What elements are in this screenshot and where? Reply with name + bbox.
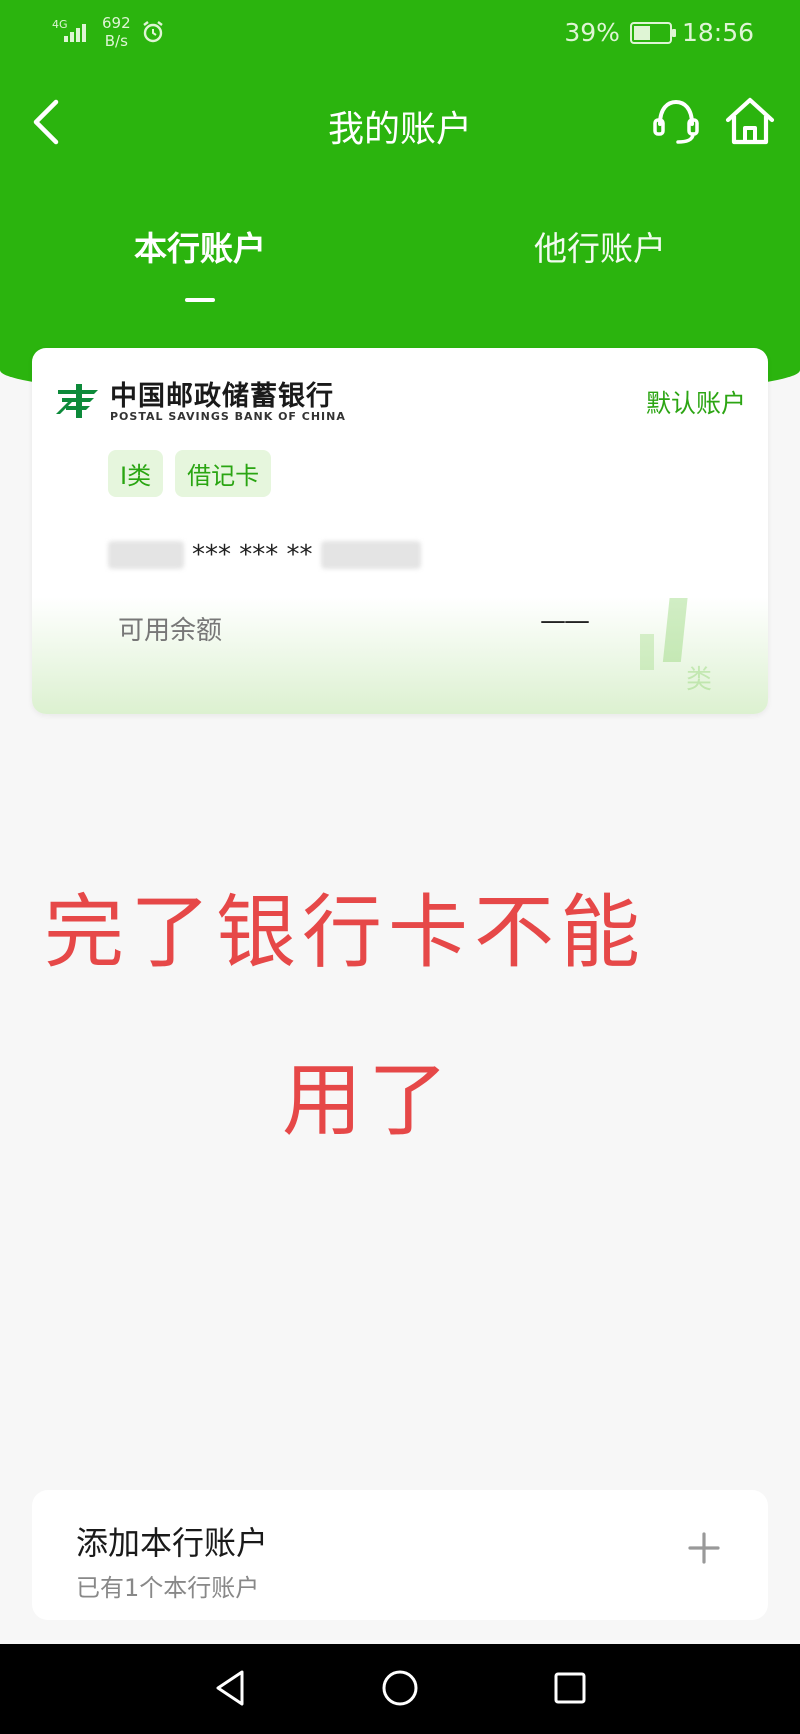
battery-percent: 39%: [564, 18, 620, 47]
card-type-badge: 借记卡: [175, 450, 272, 497]
plus-icon[interactable]: [686, 1530, 722, 1566]
account-class-badge: I类: [108, 450, 164, 497]
tab-own-bank-accounts[interactable]: 本行账户: [70, 222, 330, 270]
card-number-masked: *** *** **: [192, 540, 313, 570]
status-right: 39% 18:56: [564, 18, 754, 47]
overlay-text-line2: 用了: [282, 1054, 454, 1147]
card-badges: I类 借记卡: [108, 450, 272, 497]
tab-active-indicator: [185, 298, 215, 302]
card-watermark-icon: 类: [640, 598, 712, 694]
balance-value: ——: [540, 606, 590, 636]
tab-other-bank-accounts[interactable]: 他行账户: [470, 222, 730, 270]
status-left: 4G 692 B/s: [52, 14, 165, 50]
customer-service-icon[interactable]: [650, 94, 702, 150]
signal-icon: 4G: [52, 14, 92, 44]
network-speed: 692 B/s: [102, 14, 131, 50]
masked-number-suffix: [320, 541, 421, 569]
system-home-icon[interactable]: [380, 1668, 420, 1708]
system-navigation-bar: [0, 1644, 800, 1734]
balance-label: 可用余额: [118, 616, 223, 646]
system-recent-apps-icon[interactable]: [552, 1670, 588, 1706]
postal-bank-logo-icon: [56, 384, 98, 418]
default-account-tag: 默认账户: [645, 389, 746, 418]
bank-name: 中国邮政储蓄银行: [110, 381, 334, 412]
card-number: *** *** **: [108, 540, 421, 570]
add-account-card[interactable]: 添加本行账户 已有1个本行账户: [32, 1490, 768, 1620]
alarm-icon: [142, 21, 163, 43]
clock: 18:56: [681, 18, 754, 47]
account-tabs: 本行账户 他行账户: [0, 222, 800, 312]
add-account-title: 添加本行账户: [76, 1524, 269, 1562]
masked-number-prefix: [108, 541, 184, 569]
nav-bar: 我的账户: [0, 80, 800, 164]
svg-text:类: 类: [686, 665, 712, 694]
system-back-icon[interactable]: [210, 1666, 250, 1710]
account-card[interactable]: 中国邮政储蓄银行 POSTAL SAVINGS BANK OF CHINA 默认…: [32, 348, 768, 714]
add-account-subtitle: 已有1个本行账户: [76, 1574, 260, 1602]
battery-icon: [629, 21, 676, 44]
status-bar: 4G 692 B/s 39% 18:56: [0, 0, 800, 68]
bank-name-english: POSTAL SAVINGS BANK OF CHINA: [110, 410, 346, 423]
home-icon[interactable]: [722, 92, 778, 150]
overlay-text-line1: 完了银行卡不能: [44, 886, 646, 979]
